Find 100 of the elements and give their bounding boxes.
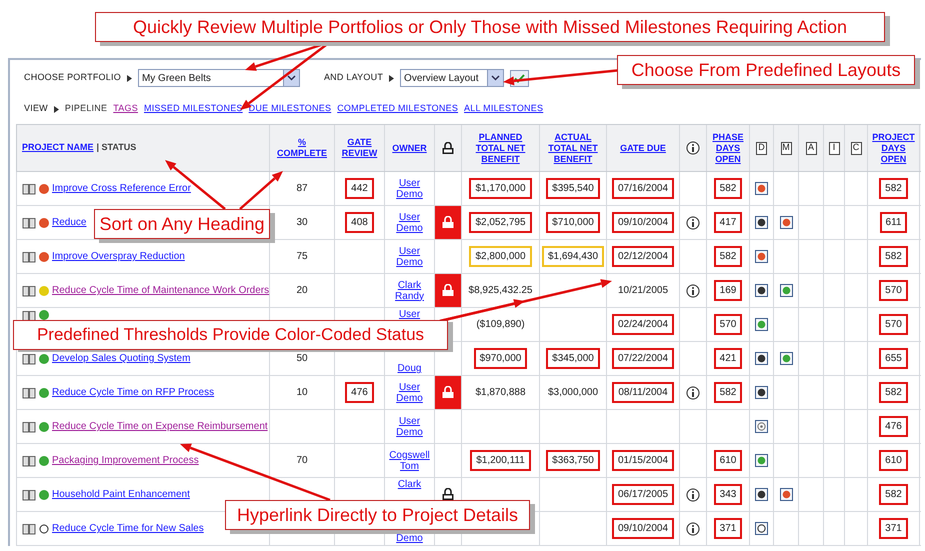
info-icon[interactable]: [686, 216, 700, 230]
book-icon[interactable]: [22, 454, 36, 466]
checkmark-icon: [514, 74, 526, 82]
value-cell: $345,000: [546, 348, 600, 369]
book-icon[interactable]: [22, 284, 36, 296]
layout-label: AND LAYOUT: [324, 71, 384, 84]
layout-select[interactable]: Overview Layout: [400, 69, 504, 87]
arrow: [165, 160, 226, 210]
milestone-icon[interactable]: [755, 250, 768, 263]
milestone-icon[interactable]: [755, 182, 768, 195]
milestone-icon[interactable]: [780, 352, 792, 365]
view-link[interactable]: PIPELINE: [64, 102, 108, 116]
milestone-icon[interactable]: [780, 216, 792, 229]
milestone-icon[interactable]: [755, 284, 768, 297]
owner-link[interactable]: Doug: [398, 363, 422, 374]
info-icon[interactable]: [686, 141, 700, 155]
column-header[interactable]: ACTUAL TOTAL NET BENEFIT: [542, 132, 604, 164]
project-link[interactable]: Improve Cross Reference Error: [52, 181, 191, 196]
column-header: C: [850, 142, 862, 154]
info-icon[interactable]: [686, 284, 700, 298]
owner-link[interactable]: Cogswell Tom: [389, 450, 430, 472]
value-cell: 421: [714, 348, 742, 369]
lock-icon: [441, 386, 455, 399]
book-icon[interactable]: [22, 488, 36, 500]
column-header[interactable]: % COMPLETE: [272, 137, 332, 159]
owner-link[interactable]: User Demo: [396, 178, 423, 200]
project-link[interactable]: Develop Sales Quoting System: [52, 351, 190, 366]
book-icon[interactable]: [22, 310, 36, 322]
book-icon[interactable]: [22, 522, 36, 534]
milestone-icon[interactable]: [755, 454, 768, 467]
milestone-icon[interactable]: [755, 352, 768, 365]
project-link[interactable]: Reduce Cycle Time of Maintenance Work Orders: [52, 283, 270, 298]
value-cell: 655: [879, 348, 908, 369]
caret-icon: [491, 75, 500, 81]
triangle-icon: [389, 74, 394, 82]
project-link[interactable]: Reduce Cycle Time on Expense Reimbursement: [52, 419, 268, 434]
view-link[interactable]: ALL MILESTONES: [464, 102, 544, 116]
value-cell: $1,170,000: [469, 178, 532, 199]
percent-complete: 75: [296, 250, 308, 264]
column-header[interactable]: PLANNED TOTAL NET BENEFIT: [464, 132, 537, 164]
milestone-icon[interactable]: [755, 488, 768, 501]
dropdown-button[interactable]: [487, 70, 504, 86]
owner-link[interactable]: User: [398, 309, 420, 320]
column-header: I: [828, 142, 840, 154]
column-header: A: [806, 142, 816, 154]
value-cell: 610: [714, 450, 742, 471]
owner-link[interactable]: User Demo: [396, 246, 423, 268]
book-icon[interactable]: [22, 352, 36, 364]
project-link[interactable]: Packaging Improvement Process: [52, 453, 199, 468]
project-link[interactable]: Reduce Cycle Time on RFP Process: [52, 385, 214, 400]
owner-link[interactable]: Clark Randy: [395, 280, 424, 302]
owner-link[interactable]: Demo: [396, 533, 423, 544]
value-cell: $970,000: [474, 348, 528, 369]
value-cell: $1,694,430: [542, 246, 604, 267]
value-cell: 07/16/2004: [612, 178, 674, 199]
owner-link[interactable]: User Demo: [396, 382, 423, 404]
owner-link[interactable]: Clark: [398, 479, 422, 490]
project-link[interactable]: Reduce: [52, 215, 86, 230]
milestone-icon[interactable]: [780, 284, 792, 297]
project-link[interactable]: Improve Overspray Reduction: [52, 249, 185, 264]
book-icon[interactable]: [22, 216, 36, 228]
view-link[interactable]: COMPLETED MILESTONES: [337, 102, 458, 116]
view-link[interactable]: MISSED MILESTONES: [144, 102, 243, 116]
book-icon[interactable]: [22, 386, 36, 398]
milestone-icon[interactable]: [755, 522, 768, 535]
value-cell: $2,800,000: [469, 246, 532, 267]
column-header[interactable]: GATE DUE: [620, 142, 666, 154]
portfolio-select[interactable]: My Green Belts: [138, 69, 300, 87]
lock-icon: [441, 216, 455, 229]
info-icon[interactable]: [686, 386, 700, 400]
value-cell: 610: [879, 450, 908, 471]
value-cell: 01/15/2004: [612, 450, 674, 471]
book-icon[interactable]: [22, 250, 36, 262]
view-link[interactable]: DUE MILESTONES: [248, 102, 332, 116]
column-subheader: | STATUS: [96, 141, 136, 154]
view-link[interactable]: TAGS: [113, 102, 138, 116]
owner-link[interactable]: User Demo: [396, 212, 423, 234]
info-icon[interactable]: [686, 488, 700, 502]
milestone-icon[interactable]: [755, 216, 768, 229]
milestone-icon[interactable]: [755, 420, 768, 433]
milestone-icon[interactable]: [755, 386, 768, 399]
owner-link[interactable]: User Demo: [396, 416, 423, 438]
column-header[interactable]: PROJECT DAYS OPEN: [870, 132, 917, 164]
value-cell: 582: [879, 382, 908, 403]
milestone-icon[interactable]: [780, 488, 792, 501]
book-icon[interactable]: [22, 182, 36, 194]
column-header[interactable]: GATE REVIEW: [337, 137, 382, 159]
milestone-icon[interactable]: [755, 318, 768, 331]
value-cell: 02/12/2004: [612, 246, 674, 267]
project-link[interactable]: Reduce Cycle Time for New Sales: [52, 521, 204, 536]
value-cell: $363,750: [546, 450, 600, 471]
column-header[interactable]: OWNER: [392, 142, 427, 154]
value-cell: 570: [879, 280, 908, 301]
project-link[interactable]: Household Paint Enhancement: [52, 487, 190, 502]
value-cell: 07/22/2004: [612, 348, 674, 369]
value-cell: 06/17/2005: [612, 484, 674, 505]
column-header[interactable]: PHASE DAYS OPEN: [709, 132, 747, 164]
info-icon[interactable]: [686, 522, 700, 536]
column-header[interactable]: PROJECT NAME: [22, 141, 94, 155]
book-icon[interactable]: [22, 420, 36, 432]
